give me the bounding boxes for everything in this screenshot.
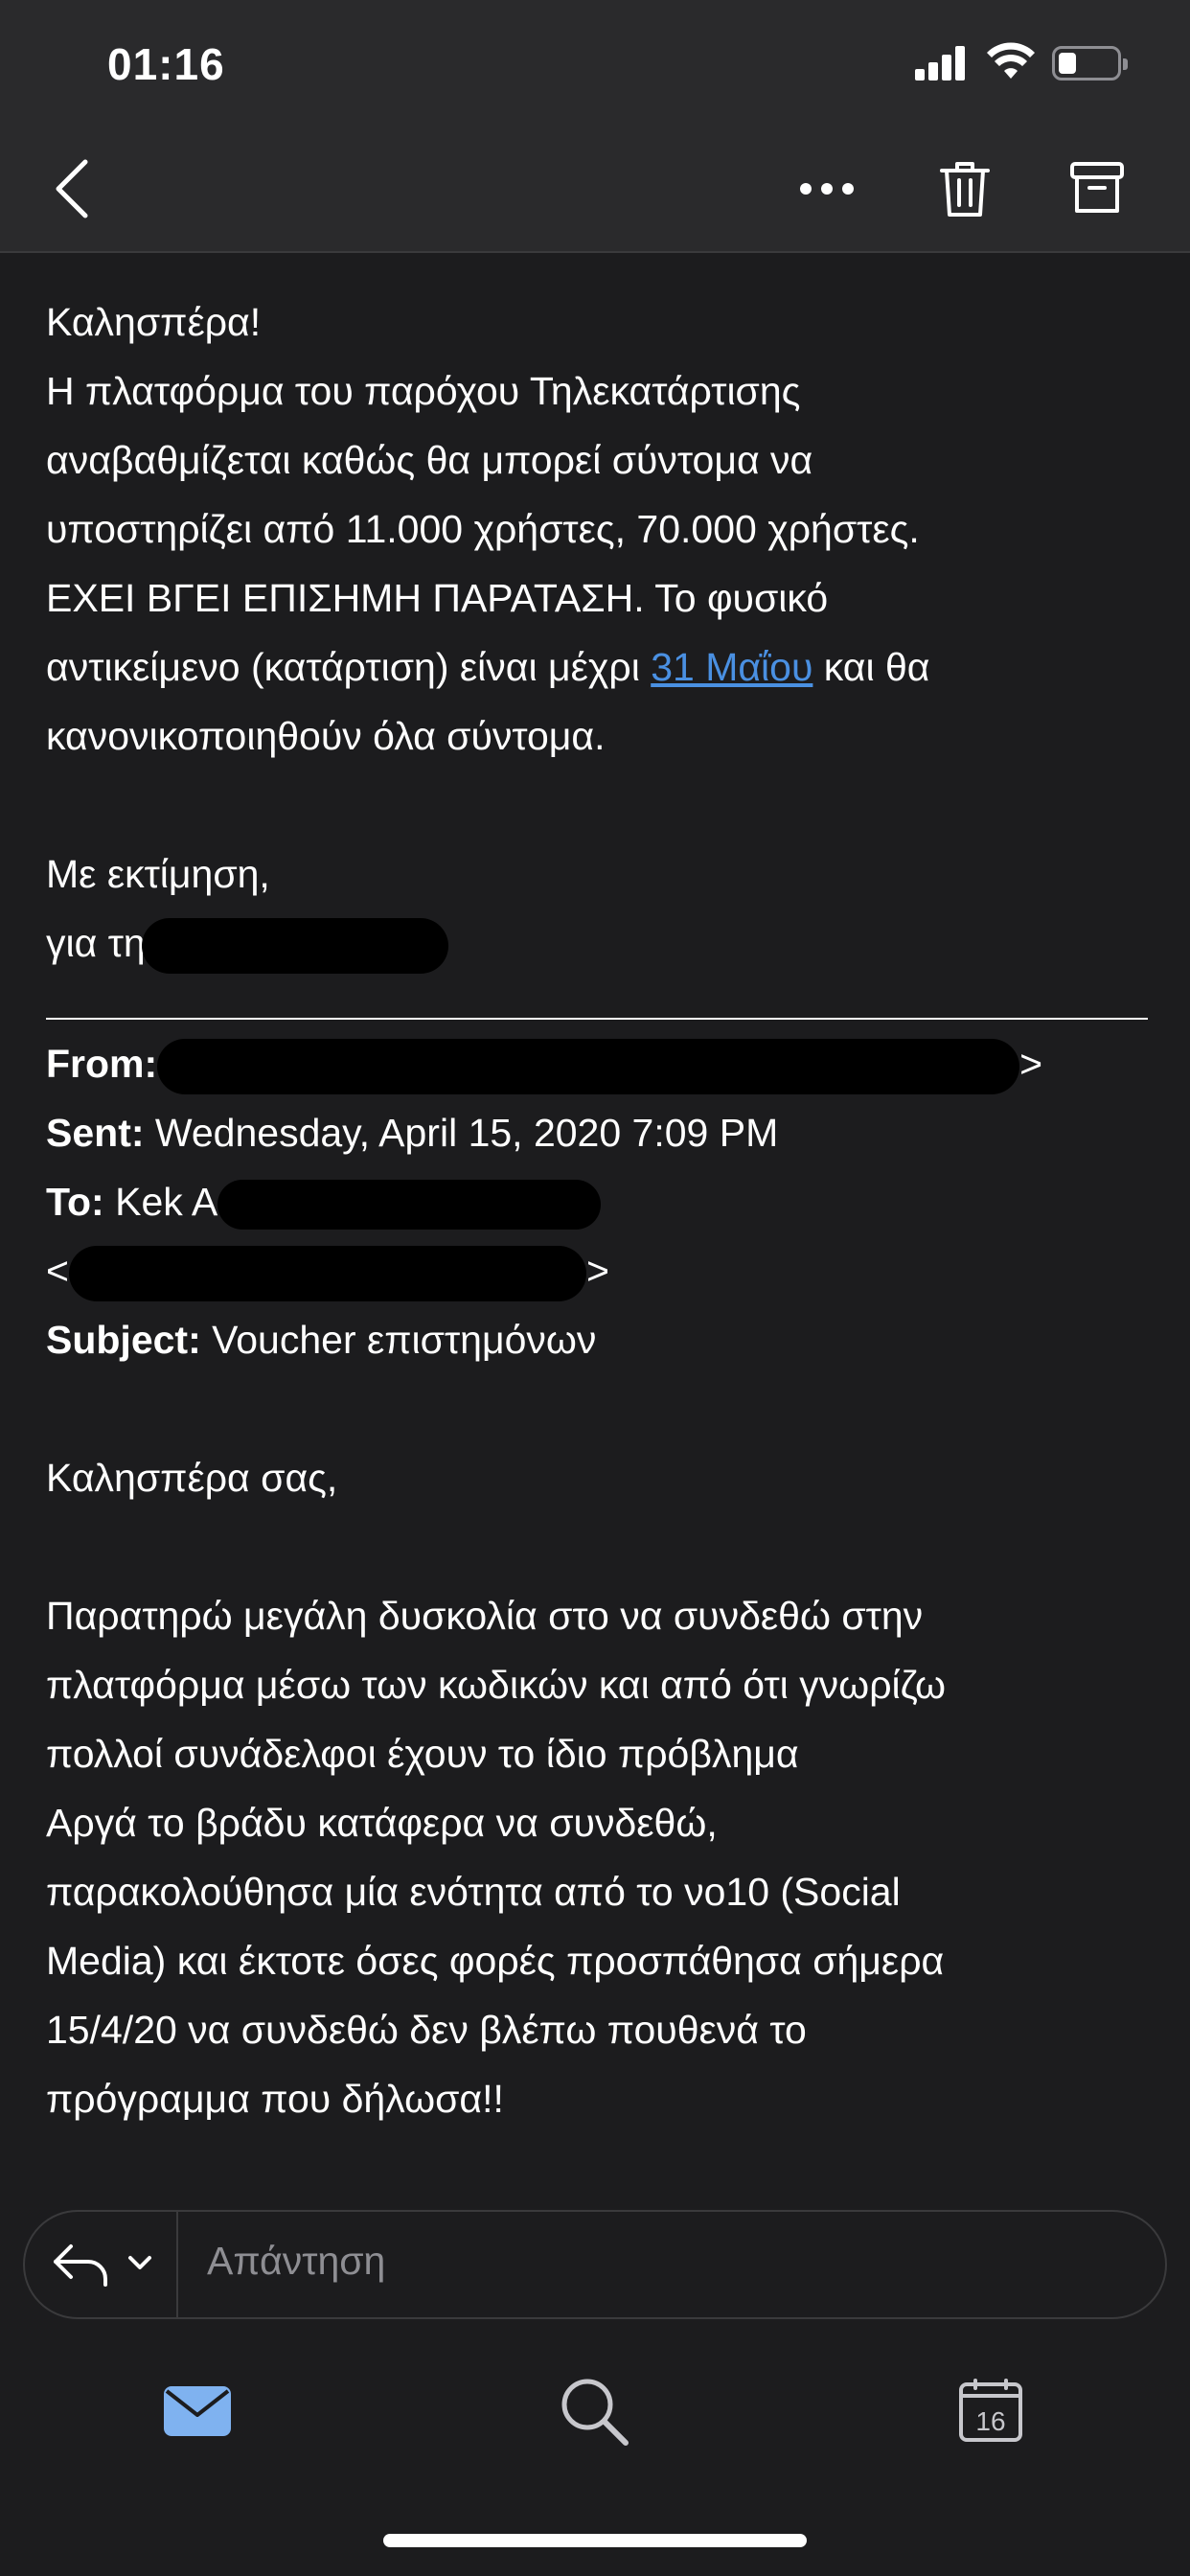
to-label: To: [46,1180,104,1224]
email-body-line: κανονικοποιηθούν όλα σύντομα. [46,702,1148,770]
reply-icon [50,2237,165,2294]
to-name: Kek A [115,1180,217,1224]
cellular-signal-icon [915,46,969,80]
email-body-text: και θα [812,645,929,689]
chevron-left-icon [51,158,93,219]
quoted-line: Media) και έκτοτε όσες φορές προσπάθησα … [46,1926,1148,1995]
quote-divider [46,1018,1148,1020]
wifi-icon [987,42,1035,80]
email-body-text: αντικείμενο (κατάρτιση) είναι μέχρι [46,645,651,689]
sent-line: Sent: Wednesday, April 15, 2020 7:09 PM [46,1098,1148,1167]
sent-value: Wednesday, April 15, 2020 7:09 PM [155,1111,778,1155]
quoted-greeting: Καλησπέρα σας, [46,1443,1148,1512]
back-button[interactable] [29,146,115,232]
tab-calendar[interactable]: 16 [943,2363,1039,2459]
to-email-line: <> [46,1236,1148,1305]
subject-value: Voucher επιστημόνων [212,1318,596,1362]
archive-icon [1069,161,1125,217]
quoted-line: Παρατηρώ μεγάλη δυσκολία στο να συνδεθώ … [46,1581,1148,1650]
more-button[interactable] [784,146,870,232]
from-label: From: [46,1042,157,1086]
home-indicator [383,2534,807,2547]
subject-line: Subject: Voucher επιστημόνων [46,1305,1148,1374]
mail-icon [164,2386,231,2436]
tab-mail[interactable] [149,2363,245,2459]
to-email-open: < [46,1249,69,1293]
redaction-mark [157,1039,1019,1094]
quoted-line: πλατφόρμα μέσω των κωδικών και από ότι γ… [46,1650,1148,1719]
email-toolbar [0,126,1190,253]
email-greeting: Καλησπέρα! [46,288,1148,356]
delete-button[interactable] [922,146,1008,232]
email-signature: για τη [46,908,1148,978]
email-body: Καλησπέρα! Η πλατφόρμα του παρόχου Τηλεκ… [46,288,1148,2133]
search-icon [559,2376,629,2447]
battery-icon [1052,46,1121,80]
archive-button[interactable] [1054,146,1140,232]
from-tail: > [1019,1042,1042,1086]
reply-options-button[interactable] [50,2237,165,2294]
email-body-line: υποστηρίζει από 11.000 χρήστες, 70.000 χ… [46,494,1148,564]
date-link[interactable]: 31 Μαΐου [651,645,812,689]
to-line: To: Kek A [46,1167,1148,1236]
more-horizontal-icon [798,181,856,196]
email-body-line: αντικείμενο (κατάρτιση) είναι μέχρι 31 Μ… [46,632,1148,702]
calendar-icon: 16 [958,2379,1023,2444]
quoted-line: Αργά το βράδυ κατάφερα να συνδεθώ, [46,1788,1148,1857]
redaction-mark [69,1246,586,1301]
redaction-mark [142,918,448,974]
reply-bar: Απάντηση [23,2210,1167,2319]
reply-separator [176,2212,178,2317]
calendar-day: 16 [975,2406,1005,2436]
subject-label: Subject: [46,1318,201,1362]
trash-icon [938,159,992,218]
email-closing: Με εκτίμηση, [46,840,1148,908]
tab-search[interactable] [546,2363,642,2459]
quoted-line: παρακολούθησα μία ενότητα από το νο10 (S… [46,1857,1148,1926]
email-body-line: αναβαθμίζεται καθώς θα μπορεί σύντομα να [46,426,1148,494]
quoted-line: 15/4/20 να συνδεθώ δεν βλέπω πουθενά το [46,1995,1148,2064]
chevron-down-icon [130,2258,149,2267]
quoted-line: πρόγραμμα που δήλωσα!! [46,2064,1148,2133]
redaction-mark [217,1180,601,1230]
from-line: From: > [46,1029,1148,1098]
email-body-line: Η πλατφόρμα του παρόχου Τηλεκατάρτισης [46,356,1148,426]
signature-text: για τη [46,921,146,965]
email-body-line: ΕΧΕΙ ΒΓΕΙ ΕΠΙΣΗΜΗ ΠΑΡΑΤΑΣΗ. Το φυσικό [46,564,1148,632]
to-email-close: > [586,1249,609,1293]
status-bar: 01:16 [0,0,1190,126]
quoted-line: πολλοί συνάδελφοι έχουν το ίδιο πρόβλημα [46,1719,1148,1788]
status-time: 01:16 [107,38,225,90]
reply-input[interactable]: Απάντηση [207,2239,385,2284]
sent-label: Sent: [46,1111,145,1155]
